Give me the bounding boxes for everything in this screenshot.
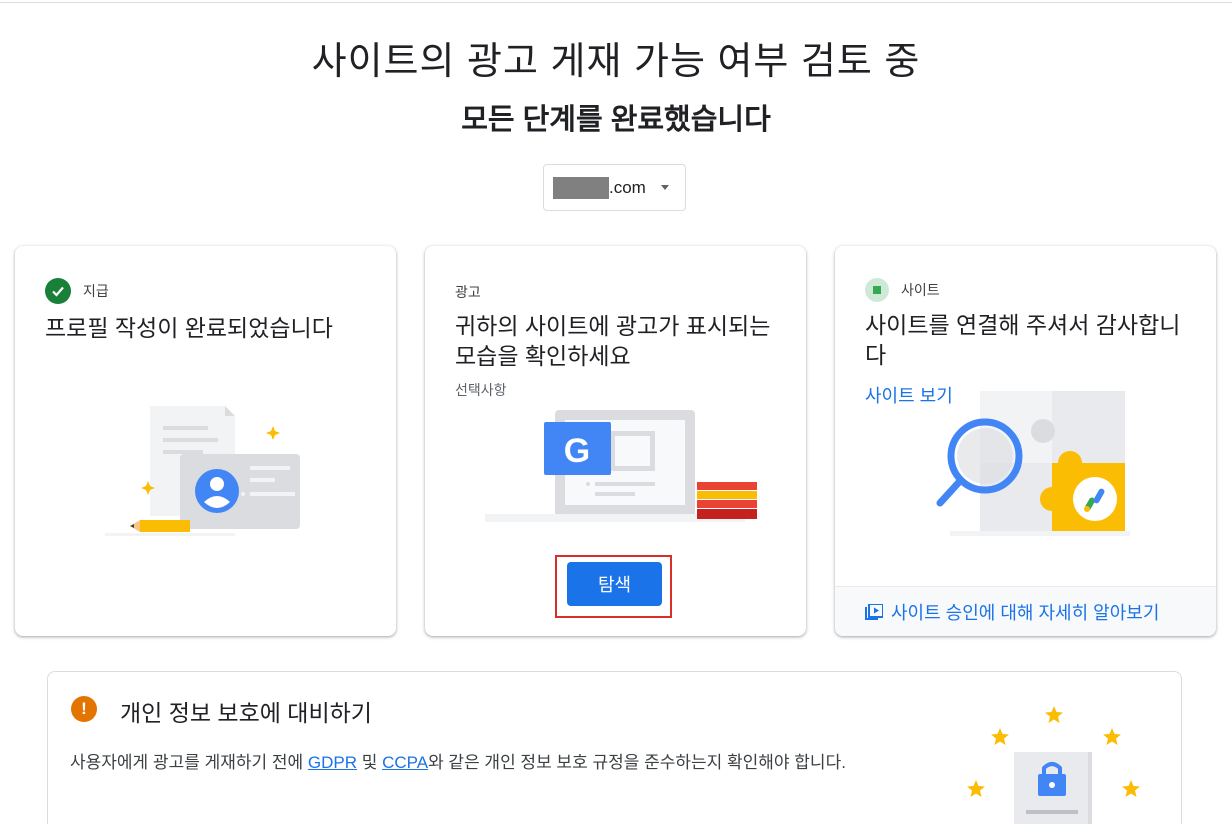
page-subtitle: 모든 단계를 완료했습니다 [461,104,771,136]
explore-button[interactable]: 탐색 [567,562,662,606]
profile-illustration [105,406,300,536]
video-library-icon [865,603,883,620]
privacy-text-before: 사용자에게 광고를 게재하기 전에 [70,753,308,772]
payment-label: 지급 [83,283,109,299]
dropdown-caret-icon [661,185,669,190]
top-divider [0,2,1232,3]
ccpa-link[interactable]: CCPA [382,753,428,772]
privacy-text-after: 와 같은 개인 정보 보호 규정을 준수하는지 확인해야 합니다. [428,753,846,772]
learn-site-approval-text: 사이트 승인에 대해 자세히 알아보기 [891,602,1160,623]
svg-text:G: G [564,432,590,470]
site-label: 사이트 [901,282,940,298]
optional-label: 선택사항 [455,382,507,398]
payment-card: 지급 프로필 작성이 완료되었습니다 [15,246,396,636]
site-selector-dropdown[interactable]: .com [543,164,686,211]
site-card: 사이트 사이트를 연결해 주셔서 감사합니다 사이트 보기 사이트 승인에 대해… [835,246,1216,636]
ads-heading: 귀하의 사이트에 광고가 표시되는 모습을 확인하세요 [455,313,771,369]
ads-card: 광고 귀하의 사이트에 광고가 표시되는 모습을 확인하세요 선택사항 G 탐색 [425,246,806,636]
site-status-icon [865,278,889,302]
page-title: 사이트의 광고 게재 가능 여부 검토 중 [311,41,921,83]
site-puzzle-illustration [936,391,1130,536]
site-domain-suffix: .com [609,177,646,197]
site-heading: 사이트를 연결해 주셔서 감사합니다 [865,312,1181,368]
warning-icon: ! [71,696,97,722]
privacy-section: ! 개인 정보 보호에 대비하기 사용자에게 광고를 게재하기 전에 GDPR … [47,671,1182,824]
ads-preview-illustration: G [485,410,757,522]
privacy-text: 사용자에게 광고를 게재하기 전에 GDPR 및 CCPA와 같은 개인 정보 … [70,748,846,773]
redacted-domain [553,176,609,199]
privacy-text-and: 및 [356,753,383,772]
privacy-lock-illustration [967,706,1140,824]
gdpr-link[interactable]: GDPR [308,753,357,772]
privacy-title: 개인 정보 보호에 대비하기 [120,700,372,726]
learn-site-approval-link[interactable]: 사이트 승인에 대해 자세히 알아보기 [835,586,1216,636]
payment-heading: 프로필 작성이 완료되었습니다 [45,315,333,341]
check-circle-icon [45,278,71,304]
ads-label: 광고 [455,284,481,300]
